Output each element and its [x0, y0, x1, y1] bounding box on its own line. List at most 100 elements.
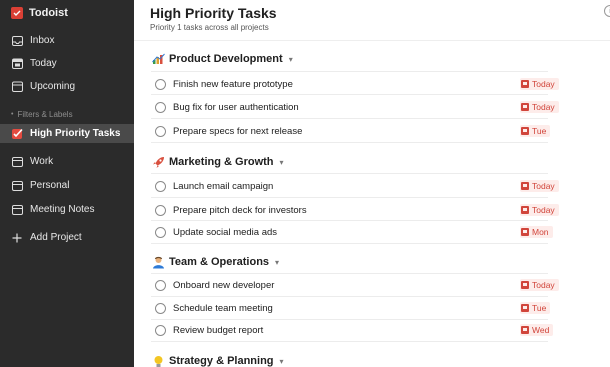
sidebar-item-label: Meeting Notes [30, 204, 95, 215]
app-name: Todoist [29, 7, 68, 19]
sidebar-item-label: High Priority Tasks [30, 128, 121, 139]
task-checkbox[interactable] [155, 279, 166, 291]
filter-check-icon [11, 128, 23, 140]
task-title: Prepare pitch deck for investors [173, 204, 307, 216]
due-label: Mon [532, 227, 549, 237]
rocket-icon [152, 156, 165, 169]
due-label: Today [532, 280, 555, 290]
divider [151, 273, 548, 274]
divider [151, 243, 548, 244]
due-badge[interactable]: Tue [520, 125, 551, 137]
task-checkbox[interactable] [155, 226, 166, 238]
task-checkbox[interactable] [155, 302, 166, 314]
project-personal-icon [11, 180, 23, 192]
project-work-icon [11, 156, 23, 168]
sidebar-item-label: Inbox [30, 35, 55, 46]
calendar-icon [521, 304, 529, 312]
task-checkbox[interactable] [155, 204, 166, 216]
task-row[interactable]: Bug fix for user authentication Today [155, 99, 559, 115]
person-icon [152, 256, 165, 269]
task-row[interactable]: Schedule team meeting Tue [155, 300, 551, 316]
divider [151, 94, 548, 95]
divider [151, 142, 548, 143]
task-title: Bug fix for user authentication [173, 101, 299, 113]
task-checkbox[interactable] [155, 101, 166, 113]
task-checkbox[interactable] [155, 78, 166, 90]
due-badge[interactable]: Today [520, 101, 559, 113]
divider [151, 341, 548, 342]
due-label: Today [532, 181, 555, 191]
chevron-down-icon[interactable]: ▾ [289, 55, 293, 64]
page-title: High Priority Tasks [150, 5, 277, 21]
due-label: Tue [532, 303, 547, 313]
calendar-icon [521, 127, 529, 135]
group-header-product-development[interactable]: Product Development ▾ [152, 51, 293, 67]
due-badge[interactable]: Today [520, 78, 559, 90]
add-project-button[interactable]: Add Project [0, 228, 134, 247]
sidebar-item-today[interactable]: Today [0, 54, 134, 73]
divider [151, 118, 548, 119]
page-subtitle: Priority 1 tasks across all projects [150, 23, 269, 32]
sidebar-item-label: Personal [30, 180, 70, 191]
sidebar-item-inbox[interactable]: Inbox [0, 31, 134, 50]
task-checkbox[interactable] [155, 324, 166, 336]
due-badge[interactable]: Today [520, 180, 559, 192]
task-title: Finish new feature prototype [173, 78, 293, 90]
group-title: Strategy & Planning [169, 355, 274, 367]
info-icon[interactable]: i [604, 5, 610, 17]
project-notes-icon [11, 204, 23, 216]
group-header-strategy-planning[interactable]: Strategy & Planning ▾ [152, 353, 284, 367]
group-title: Marketing & Growth [169, 156, 274, 168]
todoist-logo-icon [11, 7, 23, 19]
due-badge[interactable]: Today [520, 204, 559, 216]
task-row[interactable]: Launch email campaign Today [155, 178, 559, 194]
sidebar-item-meeting-notes[interactable]: Meeting Notes [0, 200, 134, 219]
sidebar-item-label: Today [30, 58, 57, 69]
sidebar-item-personal[interactable]: Personal [0, 176, 134, 195]
chart-icon [152, 53, 165, 66]
filters-labels-section[interactable]: • Filters & Labels [11, 110, 73, 119]
chevron-down-icon[interactable]: ▾ [280, 357, 284, 366]
due-badge[interactable]: Today [520, 279, 559, 291]
task-row[interactable]: Review budget report Wed [155, 322, 554, 338]
sidebar-item-upcoming[interactable]: Upcoming [0, 77, 134, 96]
sidebar-item-label: Upcoming [30, 81, 76, 92]
due-badge[interactable]: Tue [520, 302, 551, 314]
task-row[interactable]: Update social media ads Mon [155, 224, 553, 240]
calendar-upcoming-icon [11, 81, 23, 93]
divider [151, 220, 548, 221]
group-header-team-operations[interactable]: Team & Operations ▾ [152, 254, 279, 270]
due-label: Tue [532, 126, 547, 136]
sidebar-item-high-priority[interactable]: High Priority Tasks [0, 124, 134, 143]
sidebar-item-label: Work [30, 156, 54, 167]
task-row[interactable]: Prepare specs for next release Tue [155, 123, 551, 139]
brand[interactable]: Todoist [11, 6, 68, 20]
task-title: Review budget report [173, 324, 264, 336]
due-badge[interactable]: Wed [520, 324, 554, 336]
due-label: Wed [532, 325, 550, 335]
calendar-icon [521, 228, 529, 236]
due-label: Today [532, 205, 555, 215]
main-content: High Priority Tasks Priority 1 tasks acr… [134, 0, 610, 367]
calendar-icon [521, 103, 529, 111]
group-header-marketing-growth[interactable]: Marketing & Growth ▾ [152, 154, 284, 170]
group-title: Product Development [169, 53, 283, 65]
task-checkbox[interactable] [155, 180, 166, 192]
task-checkbox[interactable] [155, 125, 166, 137]
task-title: Launch email campaign [173, 180, 274, 192]
divider [151, 197, 548, 198]
task-row[interactable]: Prepare pitch deck for investors Today [155, 202, 559, 218]
divider [151, 173, 548, 174]
chevron-down-icon[interactable]: ▾ [275, 258, 279, 267]
divider [151, 296, 548, 297]
calendar-icon [521, 182, 529, 190]
task-row[interactable]: Finish new feature prototype Today [155, 76, 559, 92]
inbox-icon [11, 35, 23, 47]
sidebar-item-work[interactable]: Work [0, 152, 134, 171]
calendar-icon [521, 80, 529, 88]
task-row[interactable]: Onboard new developer Today [155, 277, 559, 293]
task-title: Update social media ads [173, 226, 278, 238]
task-title: Schedule team meeting [173, 302, 273, 314]
chevron-down-icon[interactable]: ▾ [280, 158, 284, 167]
due-badge[interactable]: Mon [520, 226, 553, 238]
